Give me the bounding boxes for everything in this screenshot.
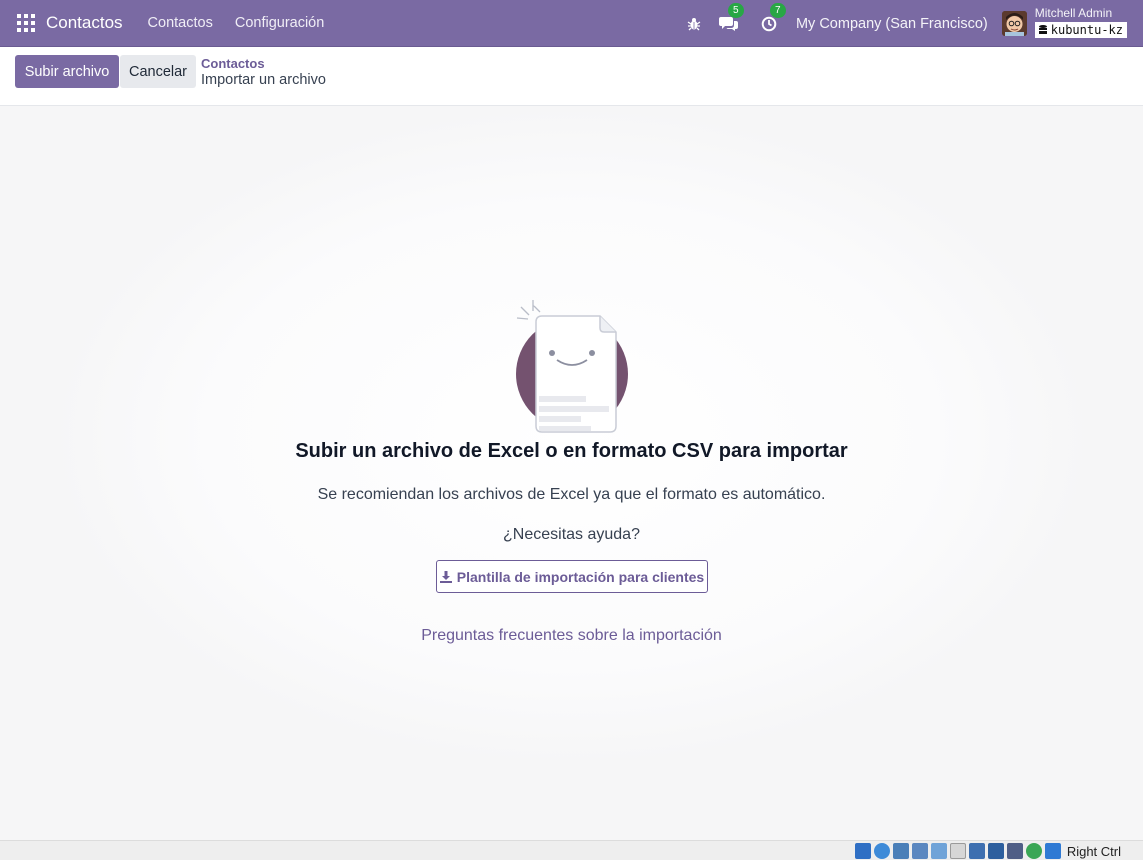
guest-additions-icon[interactable] [1025,843,1042,859]
debug-bug-icon[interactable] [687,17,701,31]
messages-chat-icon[interactable]: 5 [718,2,744,32]
vm-status-bar: Right Ctrl [0,840,1143,860]
activities-count-badge: 7 [769,2,786,18]
menu-configuracion[interactable]: Configuración [235,15,324,31]
database-icon [1038,25,1047,34]
network-icon[interactable] [911,843,928,859]
user-menu[interactable]: Mitchell Admin kubuntu-kz [1034,5,1127,38]
keyboard-capture-icon[interactable] [1044,843,1061,859]
hard-disk-icon[interactable] [854,843,871,859]
import-template-label: Plantilla de importación para clientes [456,568,705,585]
menu-contactos[interactable]: Contactos [148,15,213,31]
control-panel: Subir archivo Cancelar Contactos Importa… [0,47,1143,106]
host-key-label: Right Ctrl [1066,843,1121,859]
user-avatar[interactable] [1001,11,1027,36]
breadcrumb-current: Importar un archivo [201,72,326,88]
database-name: kubuntu-kz [1050,22,1123,37]
download-icon [439,570,452,583]
import-title: Subir un archivo de Excel o en formato C… [295,440,848,462]
apps-menu-icon[interactable] [17,14,35,32]
help-text: ¿Necesitas ayuda? [503,526,640,543]
company-switcher[interactable]: My Company (San Francisco) [796,16,988,32]
systray: 5 7 My Company (San Francisco) Mitchell … [687,0,1143,47]
breadcrumb-contactos-link[interactable]: Contactos [201,56,326,71]
capture-icon[interactable] [987,843,1004,859]
database-tag: kubuntu-kz [1034,21,1127,38]
shared-folder-icon[interactable] [949,843,966,859]
virtualization-icon[interactable] [1006,843,1023,859]
activities-clock-icon[interactable]: 7 [761,2,786,32]
import-template-button[interactable]: Plantilla de importación para clientes [436,560,708,593]
cancel-button[interactable]: Cancelar [120,55,196,88]
top-navbar: Contactos Contactos Configuración 5 7 My… [0,0,1143,47]
app-title[interactable]: Contactos [46,13,123,33]
optical-drive-icon[interactable] [873,843,890,859]
import-subtitle: Se recomiendan los archivos de Excel ya … [317,486,826,503]
import-main-area: Subir un archivo de Excel o en formato C… [0,106,1143,840]
vm-tray: Right Ctrl [854,843,1121,859]
usb-icon[interactable] [930,843,947,859]
smiling-document-illustration [514,298,632,438]
messages-count-badge: 5 [727,2,744,18]
audio-icon[interactable] [892,843,909,859]
upload-file-button[interactable]: Subir archivo [15,55,119,88]
user-name: Mitchell Admin [1034,5,1113,20]
display-icon[interactable] [968,843,985,859]
breadcrumb: Contactos Importar un archivo [201,56,326,89]
import-faq-link[interactable]: Preguntas frecuentes sobre la importació… [0,627,1143,645]
